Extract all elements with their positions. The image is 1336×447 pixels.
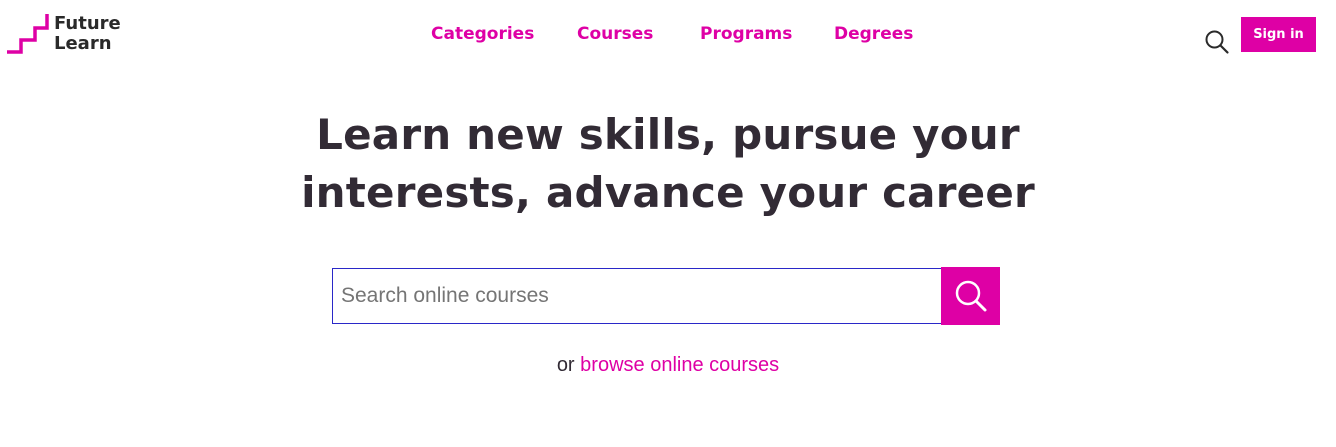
nav-item-courses[interactable]: Courses [577, 22, 653, 46]
search-icon [1205, 30, 1229, 54]
browse-prefix: or [556, 354, 575, 376]
course-search-form [332, 267, 1000, 325]
hero-heading: Learn new skills, pursue your interests,… [268, 106, 1068, 222]
nav-item-degrees[interactable]: Degrees [834, 22, 913, 46]
hero-heading-line1: Learn new skills, pursue your [316, 110, 1020, 159]
sign-in-button[interactable]: Sign in [1241, 17, 1316, 52]
browse-courses-line: or browse online courses [268, 352, 1068, 378]
header-search-button[interactable] [1204, 29, 1230, 55]
nav-item-categories[interactable]: Categories [431, 22, 534, 46]
site-header: Future Learn Categories Courses Programs… [0, 0, 1336, 70]
nav-item-programs[interactable]: Programs [700, 22, 792, 46]
search-icon [955, 280, 986, 312]
main-nav: Categories Courses Programs Degrees [0, 22, 1336, 46]
browse-courses-link[interactable]: browse online courses [580, 354, 779, 376]
search-submit-button[interactable] [941, 267, 1000, 325]
search-input[interactable] [332, 268, 942, 324]
hero-heading-line2: interests, advance your career [301, 168, 1035, 217]
